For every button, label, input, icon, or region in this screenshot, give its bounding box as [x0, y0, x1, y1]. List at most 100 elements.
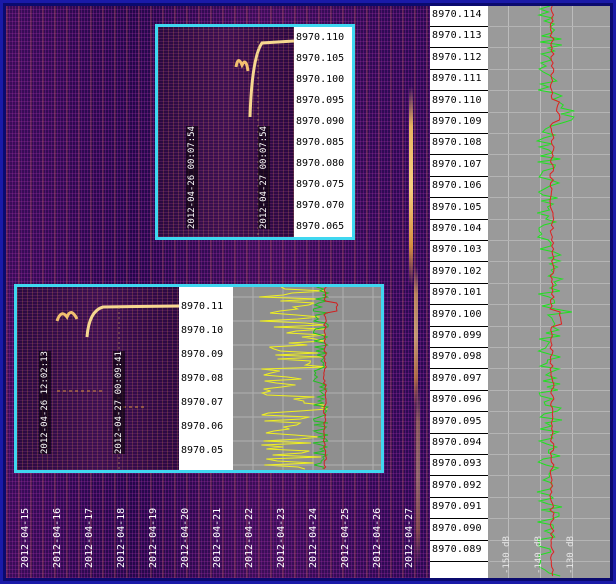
date-label: 2012-04-25 — [340, 507, 351, 568]
inset-bottom-frequency-label: 8970.06 — [181, 421, 224, 432]
date-label: 2012-04-18 — [116, 507, 127, 568]
frequency-tick: 8970.090 — [430, 520, 488, 541]
frequency-tick: 8970.101 — [430, 284, 488, 306]
frequency-label: 8970.102 — [432, 265, 482, 277]
frequency-label: 8970.104 — [432, 223, 482, 234]
frequency-label: 8970.091 — [432, 501, 482, 513]
frequency-label: 8970.101 — [432, 287, 482, 299]
db-label: -150 dB — [502, 536, 512, 574]
frequency-label: 8970.099 — [432, 330, 482, 341]
inset-bottom-date-2: 2012-04-27 00:09:41 — [113, 351, 125, 454]
date-label: 2012-04-19 — [148, 507, 159, 568]
db-label: -130 dB — [566, 536, 576, 574]
frequency-label: 8970.108 — [432, 137, 482, 149]
inset-top-date-2: 2012-04-27 00:07:54 — [258, 126, 270, 229]
inset-bottom-spectrum — [233, 287, 381, 470]
frequency-tick: 8970.093 — [430, 455, 488, 477]
frequency-label: 8970.114 — [432, 9, 482, 20]
inset-top-frequency-label: 8970.095 — [296, 95, 345, 106]
inset-bottom-frequency-scale: 8970.11 8970.10 8970.09 8970.08 8970.07 8970.… — [179, 287, 233, 470]
inset-top-frequency-label: 8970.085 — [296, 137, 345, 148]
frequency-label: 8970.105 — [432, 201, 482, 213]
frequency-tick: 8970.100 — [430, 306, 488, 327]
inset-bottom-frequency-label: 8970.08 — [181, 373, 224, 384]
frequency-tick: 8970.091 — [430, 498, 488, 520]
date-label: 2012-04-17 — [84, 507, 95, 568]
date-label: 2012-04-15 — [20, 507, 31, 568]
inset-top-frequency-label: 8970.065 — [296, 221, 345, 232]
date-label: 2012-04-16 — [52, 507, 63, 568]
date-label: 2012-04-22 — [244, 507, 255, 568]
signal-trace — [414, 266, 418, 406]
inset-top-date-1: 2012-04-26 00:07:54 — [186, 126, 198, 229]
frequency-tick: 8970.110 — [430, 92, 488, 113]
frequency-label: 8970.092 — [432, 479, 482, 491]
spectrum-green-trace — [535, 6, 575, 577]
frequency-label: 8970.111 — [432, 73, 482, 85]
frequency-label: 8970.109 — [432, 116, 482, 127]
frequency-tick: 8970.106 — [430, 177, 488, 199]
frequency-tick: 8970.103 — [430, 241, 488, 263]
frequency-tick: 8970.097 — [430, 370, 488, 391]
frequency-tick: 8970.099 — [430, 327, 488, 348]
date-label: 2012-04-21 — [212, 507, 223, 568]
frequency-label: 8970.100 — [432, 308, 482, 320]
frequency-label: 8970.113 — [432, 30, 482, 42]
signal-trace — [409, 86, 413, 286]
frequency-tick: 8970.108 — [430, 134, 488, 156]
frequency-tick: 8970.092 — [430, 477, 488, 498]
inset-bottom-date-1: 2012-04-26 12:02:13 — [39, 351, 51, 454]
spectrum-panel: -150 dB -140 dB -130 dB — [488, 6, 610, 578]
db-label: -140 dB — [534, 536, 544, 574]
inset-bottom-frequency-label: 8970.09 — [181, 349, 224, 360]
frequency-tick: 8970.105 — [430, 199, 488, 220]
signal-trace — [416, 386, 420, 566]
date-label: 2012-04-27 — [404, 507, 415, 568]
frequency-tick: 8970.094 — [430, 434, 488, 455]
frequency-label: 8970.097 — [432, 372, 482, 384]
frequency-label: 8970.106 — [432, 180, 482, 192]
frequency-label: 8970.094 — [432, 437, 482, 448]
frequency-label: 8970.089 — [432, 544, 482, 555]
date-label: 2012-04-26 — [372, 507, 383, 568]
frequency-label: 8970.095 — [432, 415, 482, 427]
inset-top[interactable]: 2012-04-26 00:07:54 2012-04-27 00:07:54 … — [155, 24, 355, 240]
inset-bottom-frequency-label: 8970.05 — [181, 445, 224, 456]
inset-top-waterfall — [158, 27, 294, 237]
frequency-tick: 8970.104 — [430, 220, 488, 241]
frequency-tick: 8970.095 — [430, 413, 488, 434]
inset-top-frequency-label: 8970.075 — [296, 179, 345, 190]
date-label: 2012-04-20 — [180, 507, 191, 568]
frequency-tick: 8970.111 — [430, 70, 488, 92]
frequency-label: 8970.110 — [432, 94, 482, 106]
frequency-scale: 8970.114 8970.113 8970.112 8970.111 8970.110… — [430, 6, 488, 578]
frequency-label: 8970.096 — [432, 394, 482, 406]
frequency-label: 8970.093 — [432, 458, 482, 470]
spectrum-plot — [535, 6, 575, 577]
inset-top-frequency-scale: 8970.110 8970.105 8970.100 8970.095 8970.090… — [294, 27, 352, 237]
inset-top-frequency-label: 8970.070 — [296, 200, 345, 211]
inset-bottom-frequency-label: 8970.10 — [181, 325, 224, 336]
inset-top-frequency-label: 8970.090 — [296, 116, 345, 127]
inset-top-frequency-label: 8970.110 — [296, 32, 345, 43]
frequency-label: 8970.090 — [432, 522, 482, 534]
frequency-tick: 8970.102 — [430, 263, 488, 284]
frequency-tick: 8970.112 — [430, 49, 488, 70]
inset-bottom-frequency-label: 8970.11 — [181, 301, 224, 312]
frequency-label: 8970.107 — [432, 158, 482, 170]
inset-top-frequency-label: 8970.080 — [296, 158, 345, 169]
frequency-label: 8970.112 — [432, 51, 482, 63]
frequency-tick: 8970.114 — [430, 6, 488, 27]
frequency-tick: 8970.107 — [430, 156, 488, 177]
frequency-tick: 8970.098 — [430, 348, 488, 370]
frequency-tick: 8970.109 — [430, 113, 488, 134]
frequency-tick: 8970.096 — [430, 391, 488, 413]
inset-top-frequency-label: 8970.100 — [296, 74, 345, 85]
inset-bottom[interactable]: 2012-04-26 12:02:13 2012-04-27 00:09:41 … — [14, 284, 384, 473]
frequency-label: 8970.098 — [432, 351, 482, 363]
frequency-tick: 8970.089 — [430, 541, 488, 562]
date-label: 2012-04-24 — [308, 507, 319, 568]
date-label: 2012-04-23 — [276, 507, 287, 568]
inset-top-frequency-label: 8970.105 — [296, 53, 345, 64]
frequency-label: 8970.103 — [432, 244, 482, 256]
